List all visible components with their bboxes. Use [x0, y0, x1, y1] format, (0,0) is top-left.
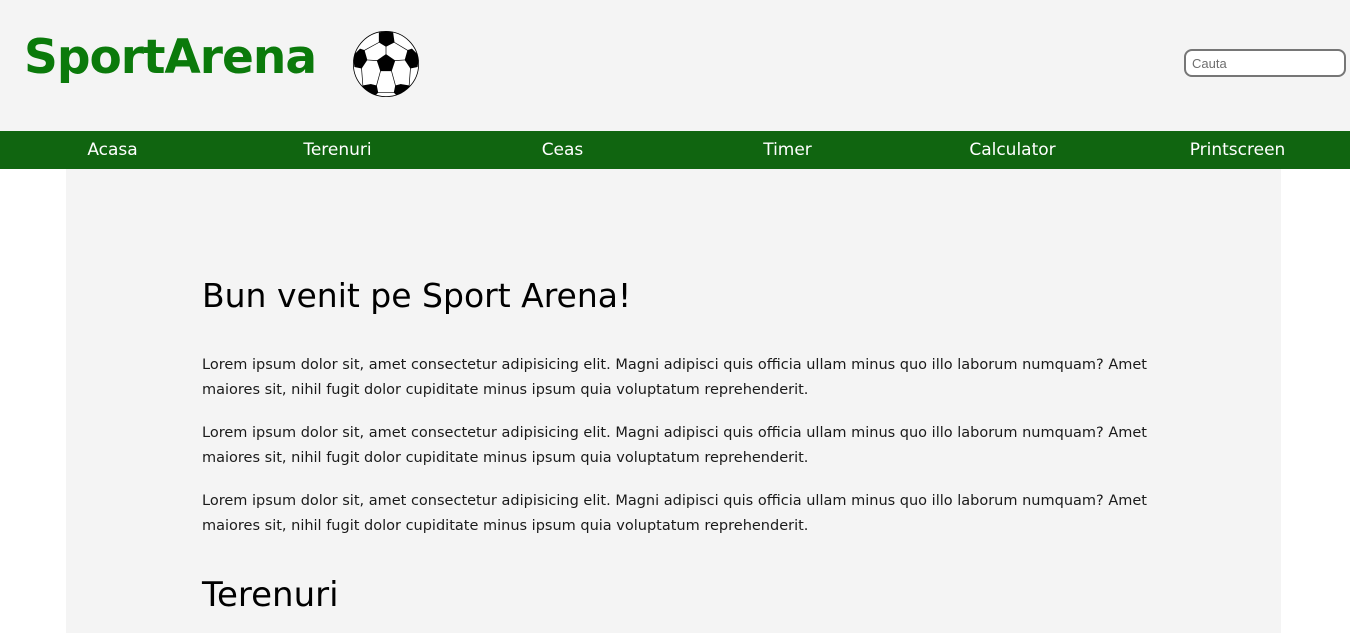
intro-paragraph: Lorem ipsum dolor sit, amet consectetur …	[202, 425, 1147, 466]
search-input[interactable]	[1184, 49, 1346, 77]
nav-item-printscreen[interactable]: Printscreen	[1125, 131, 1350, 169]
main-content: Bun venit pe Sport Arena! Lorem ipsum do…	[66, 169, 1281, 633]
main-nav: Acasa Terenuri Ceas Timer Calculator Pri…	[0, 131, 1350, 169]
site-header: SportArena	[0, 0, 1350, 131]
nav-item-terenuri[interactable]: Terenuri	[225, 131, 450, 169]
nav-item-timer[interactable]: Timer	[675, 131, 900, 169]
site-logo[interactable]: SportArena	[24, 34, 317, 81]
intro-paragraph: Lorem ipsum dolor sit, amet consectetur …	[202, 493, 1147, 534]
nav-item-acasa[interactable]: Acasa	[0, 131, 225, 169]
soccer-ball-icon	[352, 30, 420, 98]
section-title-terenuri: Terenuri	[202, 575, 339, 615]
intro-paragraph: Lorem ipsum dolor sit, amet consectetur …	[202, 357, 1147, 398]
nav-item-ceas[interactable]: Ceas	[450, 131, 675, 169]
nav-item-calculator[interactable]: Calculator	[900, 131, 1125, 169]
page-title: Bun venit pe Sport Arena!	[202, 276, 632, 315]
